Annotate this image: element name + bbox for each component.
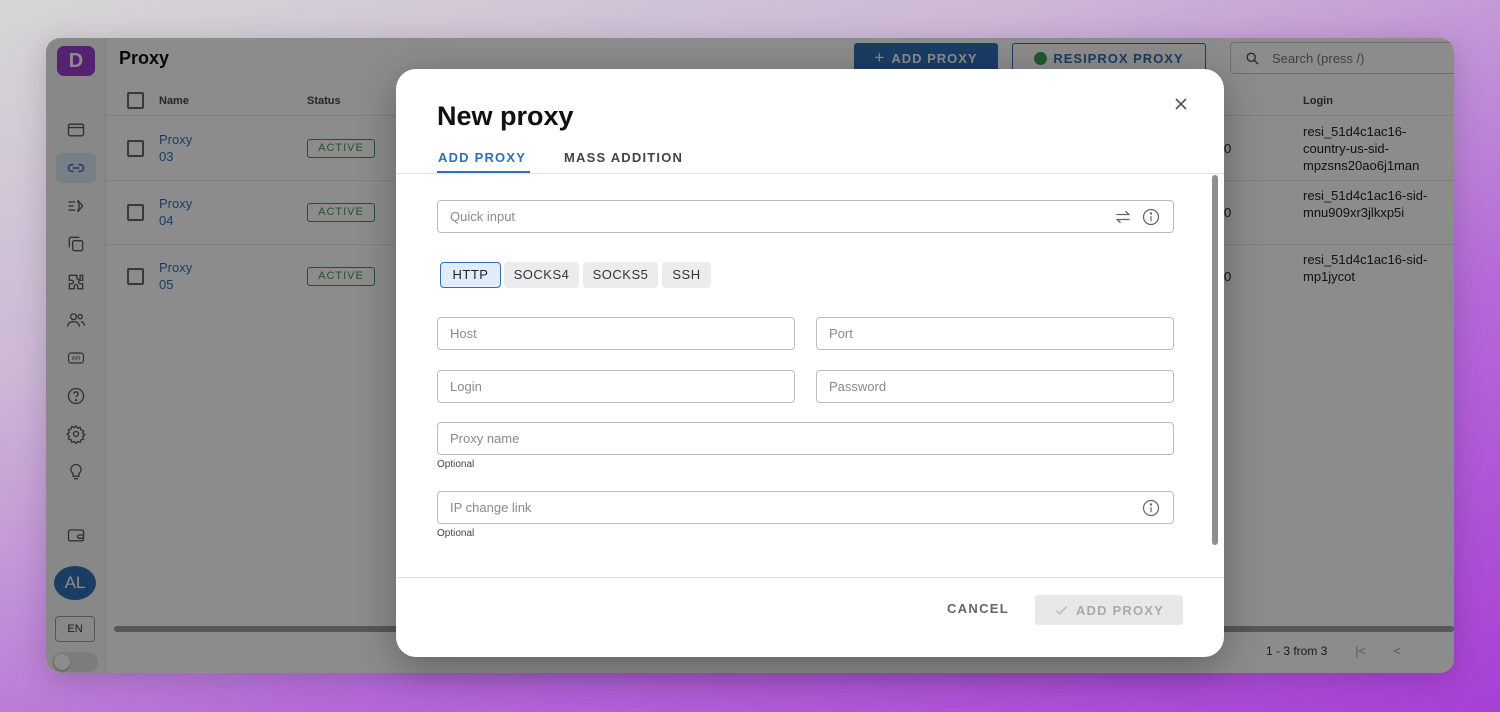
port-input[interactable] — [829, 326, 1161, 341]
host-field[interactable] — [437, 317, 795, 350]
dialog-title: New proxy — [437, 101, 574, 131]
port-field[interactable] — [816, 317, 1174, 350]
active-tab-indicator — [437, 171, 530, 173]
password-field[interactable] — [816, 370, 1174, 403]
dialog-scrollbar[interactable] — [1212, 175, 1218, 545]
tab-add-proxy[interactable]: ADD PROXY — [438, 150, 526, 165]
host-input[interactable] — [450, 326, 782, 341]
login-field[interactable] — [437, 370, 795, 403]
ip-change-link-helper-text: Optional — [437, 528, 475, 539]
quick-input[interactable] — [450, 209, 1105, 224]
new-proxy-dialog: New proxy ADD PROXY MASS ADDITION HTTP S… — [396, 69, 1224, 657]
dialog-tabs: ADD PROXY MASS ADDITION — [396, 149, 1224, 174]
tab-mass-addition[interactable]: MASS ADDITION — [564, 150, 683, 165]
proxy-name-helper-text: Optional — [437, 459, 475, 470]
info-icon[interactable] — [1141, 498, 1161, 518]
proxy-name-field[interactable] — [437, 422, 1174, 455]
swap-icon[interactable] — [1113, 207, 1133, 227]
type-http-button[interactable]: HTTP — [440, 262, 501, 288]
close-icon[interactable] — [1171, 94, 1191, 114]
type-socks4-button[interactable]: SOCKS4 — [504, 262, 579, 288]
submit-add-proxy-button[interactable]: ADD PROXY — [1035, 595, 1183, 625]
cancel-button[interactable]: CANCEL — [947, 601, 1009, 616]
type-ssh-button[interactable]: SSH — [662, 262, 711, 288]
info-icon[interactable] — [1141, 207, 1161, 227]
password-input[interactable] — [829, 379, 1161, 394]
ip-change-link-input[interactable] — [450, 500, 1133, 515]
type-socks5-button[interactable]: SOCKS5 — [583, 262, 658, 288]
ip-change-link-field[interactable] — [437, 491, 1174, 524]
login-input[interactable] — [450, 379, 782, 394]
submit-button-label: ADD PROXY — [1075, 602, 1165, 618]
proxy-name-input[interactable] — [450, 431, 1161, 446]
check-icon — [1056, 605, 1067, 615]
dialog-footer: CANCEL ADD PROXY — [396, 577, 1224, 657]
quick-input-field[interactable] — [437, 200, 1174, 233]
